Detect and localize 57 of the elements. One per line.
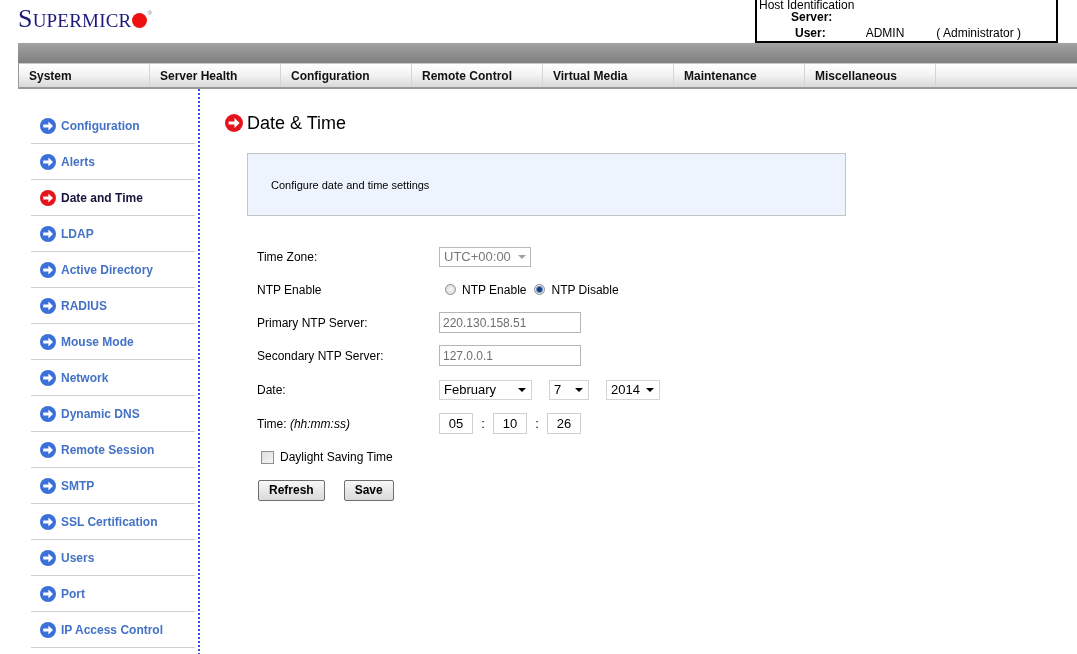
caret-icon	[646, 387, 654, 392]
form-button[interactable]: Save	[343, 479, 394, 501]
server-label: Server:	[791, 10, 833, 24]
checkbox[interactable]	[261, 450, 274, 464]
time-field[interactable]: 10	[493, 413, 527, 434]
menu-item[interactable]: Virtual Media	[543, 64, 674, 87]
logo-text: SUPERMICR	[18, 9, 132, 31]
sidebar-item[interactable]: Port	[31, 576, 195, 612]
menu-item[interactable]: Remote Control	[412, 64, 543, 87]
date-dropdown[interactable]: 2014	[606, 379, 660, 400]
field-label: Time Zone:	[257, 249, 319, 264]
sidebar-item[interactable]: RADIUS	[31, 288, 195, 324]
sidebar-item[interactable]: Configuration	[31, 108, 195, 144]
field-label: Date:	[257, 382, 287, 397]
caret-icon	[518, 254, 526, 259]
field-label: Primary NTP Server:	[257, 315, 369, 330]
sidebar-item[interactable]: SSL Certification	[31, 504, 195, 540]
logo-dot-icon	[132, 13, 148, 28]
time-field[interactable]: 05	[439, 413, 473, 434]
form-button[interactable]: Refresh	[258, 479, 325, 501]
sidebar-item[interactable]: Mouse Mode	[31, 324, 195, 360]
sidebar-item[interactable]: Remote Session	[31, 432, 195, 468]
description-text: Configure date and time settings	[271, 178, 430, 191]
user-role: ( Administrator )	[936, 26, 1022, 40]
radio-label: NTP Disable	[551, 282, 619, 297]
time-field[interactable]: 26	[547, 413, 581, 434]
sidebar-item[interactable]: LDAP	[31, 216, 195, 252]
radio-label: NTP Enable	[462, 282, 527, 297]
time-separator: :	[480, 416, 486, 431]
field-label: NTP Enable	[257, 282, 323, 297]
caret-icon	[575, 387, 583, 392]
sidebar-item[interactable]: Dynamic DNS	[31, 396, 195, 432]
user-name: ADMIN	[865, 26, 905, 40]
sidebar-item[interactable]: SMTP	[31, 468, 195, 504]
checkbox-label: Daylight Saving Time	[280, 450, 393, 464]
page-title: Date & Time	[247, 112, 347, 135]
radio-button[interactable]	[534, 284, 546, 295]
field-label: Time: (hh:mm:ss)	[257, 416, 351, 431]
sidebar-item[interactable]: IP Access Control	[31, 612, 195, 648]
sidebar-item[interactable]: Active Directory	[31, 252, 195, 288]
sidebar-item[interactable]: Date and Time	[31, 180, 195, 216]
menu-item[interactable]: Configuration	[281, 64, 412, 87]
menu-item[interactable]: Server Health	[150, 64, 281, 87]
sidebar-item[interactable]: Alerts	[31, 144, 195, 180]
field-label: Secondary NTP Server:	[257, 348, 385, 363]
menu-item[interactable]: System	[19, 64, 150, 87]
caret-icon	[518, 387, 526, 392]
menu-item[interactable]: Maintenance	[674, 64, 805, 87]
menu-item[interactable]: Miscellaneous	[805, 64, 936, 87]
time-separator: :	[534, 416, 540, 431]
sidebar-item[interactable]: Users	[31, 540, 195, 576]
user-label: User:	[795, 26, 826, 40]
radio-button[interactable]	[445, 284, 456, 295]
date-dropdown[interactable]: February	[439, 379, 532, 400]
host-title: Host Identification	[758, 0, 856, 9]
date-dropdown[interactable]: 7	[549, 379, 589, 400]
sidebar-item[interactable]: Network	[31, 360, 195, 396]
